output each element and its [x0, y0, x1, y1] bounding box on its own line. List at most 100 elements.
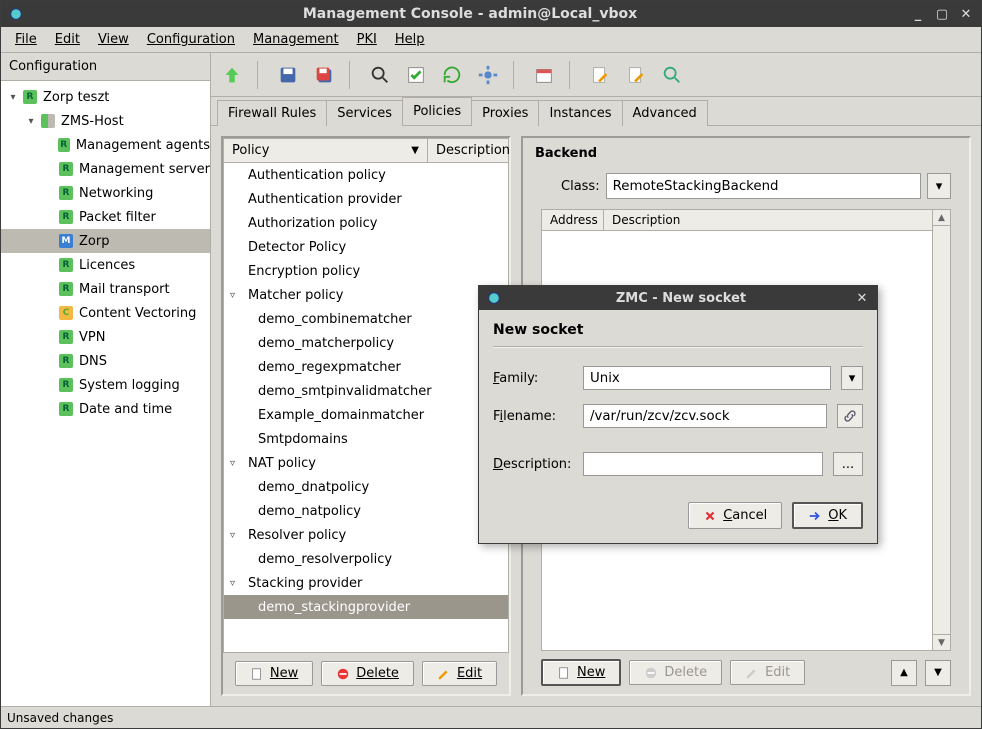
search-user-icon[interactable] [657, 60, 687, 90]
class-dropdown-icon[interactable]: ▾ [927, 173, 951, 199]
tree-item-system-logging[interactable]: RSystem logging [1, 373, 210, 397]
move-up-button[interactable]: ▲ [891, 660, 917, 686]
policy-item[interactable]: demo_stackingprovider [224, 595, 508, 619]
description-col-header[interactable]: Description [428, 139, 508, 162]
close-icon[interactable]: ✕ [959, 7, 973, 21]
tree-item-management-agents[interactable]: RManagement agents [1, 133, 210, 157]
edit-doc2-icon[interactable] [621, 60, 651, 90]
twisty-icon[interactable]: ▾ [25, 116, 37, 127]
tree-item-packet-filter[interactable]: RPacket filter [1, 205, 210, 229]
policy-item[interactable]: Encryption policy [224, 259, 508, 283]
edit-button[interactable]: Edit [422, 661, 497, 686]
policy-item[interactable]: ▿NAT policy [224, 451, 508, 475]
tree-item-networking[interactable]: RNetworking [1, 181, 210, 205]
cancel-button[interactable]: Cancel [688, 502, 782, 529]
tree-item-date-and-time[interactable]: RDate and time [1, 397, 210, 421]
minimize-icon[interactable]: _ [911, 7, 925, 21]
policy-item[interactable]: Smtpdomains [224, 427, 508, 451]
policy-item[interactable]: Example_domainmatcher [224, 403, 508, 427]
config-tree[interactable]: ▾RZorp teszt▾ZMS-HostRManagement agentsR… [1, 81, 210, 706]
gear-icon[interactable] [473, 60, 503, 90]
tab-services[interactable]: Services [326, 100, 403, 126]
menu-pki[interactable]: PKI [349, 29, 385, 50]
delete-button[interactable]: Delete [321, 661, 414, 686]
policy-item[interactable]: demo_smtpinvalidmatcher [224, 379, 508, 403]
policy-item[interactable]: ▿Stacking provider [224, 571, 508, 595]
backend-delete-button: Delete [629, 660, 722, 685]
move-down-button[interactable]: ▼ [925, 660, 951, 686]
grid-col-description[interactable]: Description [604, 210, 932, 230]
tab-advanced[interactable]: Advanced [622, 100, 708, 126]
policy-col-header[interactable]: Policy ▼ [224, 139, 428, 162]
policy-item[interactable]: ▿Matcher policy [224, 283, 508, 307]
node-type-icon: R [23, 90, 37, 104]
tab-instances[interactable]: Instances [538, 100, 622, 126]
grid-col-address[interactable]: Address [542, 210, 604, 230]
policy-item-label: Resolver policy [248, 528, 346, 543]
policy-item[interactable]: demo_regexpmatcher [224, 355, 508, 379]
menu-management[interactable]: Management [245, 29, 347, 50]
save-all-icon[interactable] [309, 60, 339, 90]
policy-item[interactable]: Detector Policy [224, 235, 508, 259]
policy-item-label: Example_domainmatcher [258, 408, 424, 423]
tree-item-vpn[interactable]: RVPN [1, 325, 210, 349]
description-input[interactable] [583, 452, 823, 476]
node-type-icon: R [59, 186, 73, 200]
policy-item[interactable]: demo_resolverpolicy [224, 547, 508, 571]
family-input[interactable] [583, 366, 831, 390]
app-launch-icon[interactable] [529, 60, 559, 90]
filename-label: Filename: [493, 409, 573, 424]
description-label: Description: [493, 457, 573, 472]
policy-item[interactable]: demo_combinematcher [224, 307, 508, 331]
twisty-icon[interactable]: ▾ [7, 92, 19, 103]
policy-item[interactable]: demo_natpolicy [224, 499, 508, 523]
scroll-up-icon[interactable]: ▲ [933, 210, 950, 226]
policy-item-label: NAT policy [248, 456, 316, 471]
new-button[interactable]: New [235, 661, 313, 686]
menu-configuration[interactable]: Configuration [139, 29, 243, 50]
zoom-icon[interactable] [365, 60, 395, 90]
maximize-icon[interactable]: ▢ [935, 7, 949, 21]
tree-item-zorp[interactable]: MZorp [1, 229, 210, 253]
edit-doc-icon[interactable] [585, 60, 615, 90]
policy-item[interactable]: Authentication provider [224, 187, 508, 211]
browse-button[interactable]: ... [833, 452, 863, 476]
refresh-icon[interactable] [437, 60, 467, 90]
policy-item[interactable]: Authorization policy [224, 211, 508, 235]
tab-firewall-rules[interactable]: Firewall Rules [217, 100, 327, 126]
policy-list[interactable]: Authentication policyAuthentication prov… [224, 163, 508, 652]
tab-policies[interactable]: Policies [402, 97, 472, 125]
menu-view[interactable]: View [90, 29, 137, 50]
tree-item-content-vectoring[interactable]: CContent Vectoring [1, 301, 210, 325]
policy-item[interactable]: demo_dnatpolicy [224, 475, 508, 499]
sidebar-title: Configuration [1, 53, 210, 81]
tree-item-zms-host[interactable]: ▾ZMS-Host [1, 109, 210, 133]
dialog-close-icon[interactable]: ✕ [855, 291, 869, 305]
tree-item-licences[interactable]: RLicences [1, 253, 210, 277]
link-icon[interactable] [837, 404, 863, 428]
menu-file[interactable]: File [7, 29, 45, 50]
tree-item-zorp-teszt[interactable]: ▾RZorp teszt [1, 85, 210, 109]
up-icon[interactable] [217, 60, 247, 90]
check-icon[interactable] [401, 60, 431, 90]
class-input[interactable] [606, 173, 921, 199]
policy-item-label: Authorization policy [248, 216, 377, 231]
tree-item-management-server[interactable]: RManagement server [1, 157, 210, 181]
scroll-down-icon[interactable]: ▼ [933, 634, 950, 650]
class-label: Class: [561, 179, 600, 194]
family-dropdown-icon[interactable]: ▾ [841, 366, 863, 390]
scrollbar[interactable]: ▲ ▼ [932, 210, 950, 650]
policy-item[interactable]: ▿Resolver policy [224, 523, 508, 547]
tree-item-dns[interactable]: RDNS [1, 349, 210, 373]
filename-input[interactable] [583, 404, 827, 428]
policy-item[interactable]: Authentication policy [224, 163, 508, 187]
tree-item-mail-transport[interactable]: RMail transport [1, 277, 210, 301]
policy-item-label: demo_combinematcher [258, 312, 412, 327]
policy-item[interactable]: demo_matcherpolicy [224, 331, 508, 355]
menu-edit[interactable]: Edit [47, 29, 88, 50]
tab-proxies[interactable]: Proxies [471, 100, 539, 126]
ok-button[interactable]: OK [792, 502, 863, 529]
backend-new-button[interactable]: New [541, 659, 621, 686]
save-icon[interactable] [273, 60, 303, 90]
menu-help[interactable]: Help [387, 29, 433, 50]
